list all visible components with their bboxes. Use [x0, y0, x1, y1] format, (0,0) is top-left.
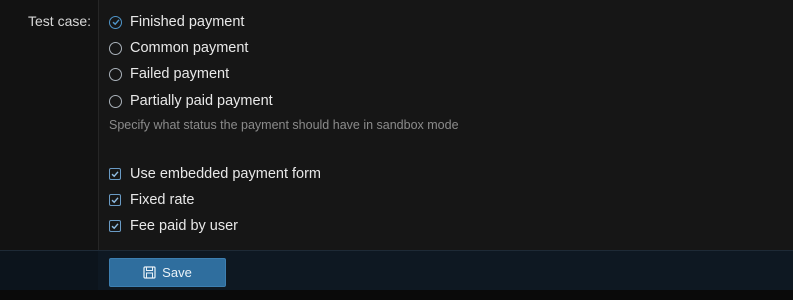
- checkbox-checked-icon[interactable]: [109, 168, 121, 180]
- radio-checked-icon[interactable]: [109, 15, 122, 29]
- radio-unchecked-icon[interactable]: [109, 41, 122, 55]
- radio-failed-payment[interactable]: Failed payment: [109, 64, 229, 84]
- save-button-label: Save: [162, 265, 192, 280]
- radio-unchecked-icon[interactable]: [109, 67, 122, 81]
- radio-label: Partially paid payment: [130, 93, 273, 109]
- footer-spacer: [0, 251, 98, 291]
- save-button[interactable]: Save: [109, 258, 226, 287]
- radio-partially-paid-payment[interactable]: Partially paid payment: [109, 91, 273, 111]
- floppy-disk-icon: [143, 266, 156, 279]
- checkbox-checked-icon[interactable]: [109, 194, 121, 206]
- radio-finished-payment[interactable]: Finished payment: [109, 12, 244, 32]
- radio-common-payment[interactable]: Common payment: [109, 38, 248, 58]
- radio-label: Finished payment: [130, 14, 245, 30]
- form-footer: Save: [0, 250, 793, 291]
- radio-unchecked-icon[interactable]: [109, 94, 122, 108]
- radio-label: Failed payment: [130, 66, 230, 82]
- test-case-label: Test case:: [28, 13, 92, 29]
- checkbox-fee-paid-by-user[interactable]: Fee paid by user: [109, 216, 238, 236]
- checkbox-label: Use embedded payment form: [130, 166, 322, 182]
- settings-form: Test case: Finished payment Common payme…: [0, 0, 793, 250]
- label-column: Test case:: [0, 0, 99, 250]
- checkbox-fixed-rate[interactable]: Fixed rate: [109, 190, 194, 210]
- checkbox-embedded-payment-form[interactable]: Use embedded payment form: [109, 164, 321, 184]
- bottom-strip: [0, 290, 793, 300]
- radio-label: Common payment: [130, 40, 249, 56]
- checkbox-checked-icon[interactable]: [109, 220, 121, 232]
- checkbox-label: Fee paid by user: [130, 218, 239, 234]
- test-case-hint: Specify what status the payment should h…: [109, 118, 459, 132]
- checkbox-label: Fixed rate: [130, 192, 195, 208]
